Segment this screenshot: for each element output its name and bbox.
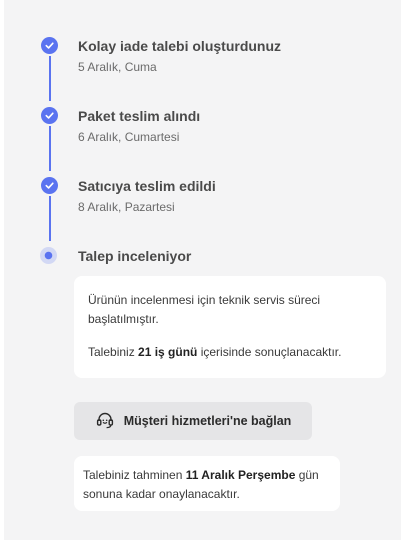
check-icon <box>41 177 58 194</box>
duration-highlight: 21 iş günü <box>138 345 198 359</box>
customer-service-label: Müşteri hizmetleri'ne bağlan <box>123 414 292 428</box>
return-status-panel: Kolay iade talebi oluşturdunuz 5 Aralık,… <box>4 0 401 540</box>
step-date: 6 Aralık, Cumartesi <box>78 130 180 144</box>
step-title: Paket teslim alındı <box>78 108 201 124</box>
estimate-card: Talebiniz tahminen 11 Aralık Perşembe gü… <box>74 456 340 511</box>
check-icon <box>41 107 58 124</box>
estimate-text: Talebiniz tahminen 11 Aralık Perşembe gü… <box>83 468 319 501</box>
step-title: Kolay iade talebi oluşturdunuz <box>78 38 282 54</box>
info-card-duration: Talebiniz 21 iş günü içerisinde sonuçlan… <box>88 345 342 359</box>
timeline-connector <box>49 126 51 171</box>
timeline-connector <box>49 196 51 241</box>
step-title: Satıcıya teslim edildi <box>78 178 216 194</box>
check-icon <box>41 37 58 54</box>
step-date: 5 Aralık, Cuma <box>78 60 157 74</box>
pending-dot-icon <box>40 247 57 264</box>
timeline-connector <box>49 56 51 101</box>
info-card: Ürünün incelenmesi için teknik servis sü… <box>74 276 386 378</box>
step-date: 8 Aralık, Pazartesi <box>78 200 175 214</box>
customer-service-button[interactable]: Müşteri hizmetleri'ne bağlan <box>74 402 312 440</box>
info-card-text: Ürünün incelenmesi için teknik servis sü… <box>88 293 321 326</box>
current-step-title: Talep inceleniyor <box>78 248 192 264</box>
estimate-date-highlight: 11 Aralık Perşembe <box>185 468 296 482</box>
headset-icon <box>95 410 115 433</box>
